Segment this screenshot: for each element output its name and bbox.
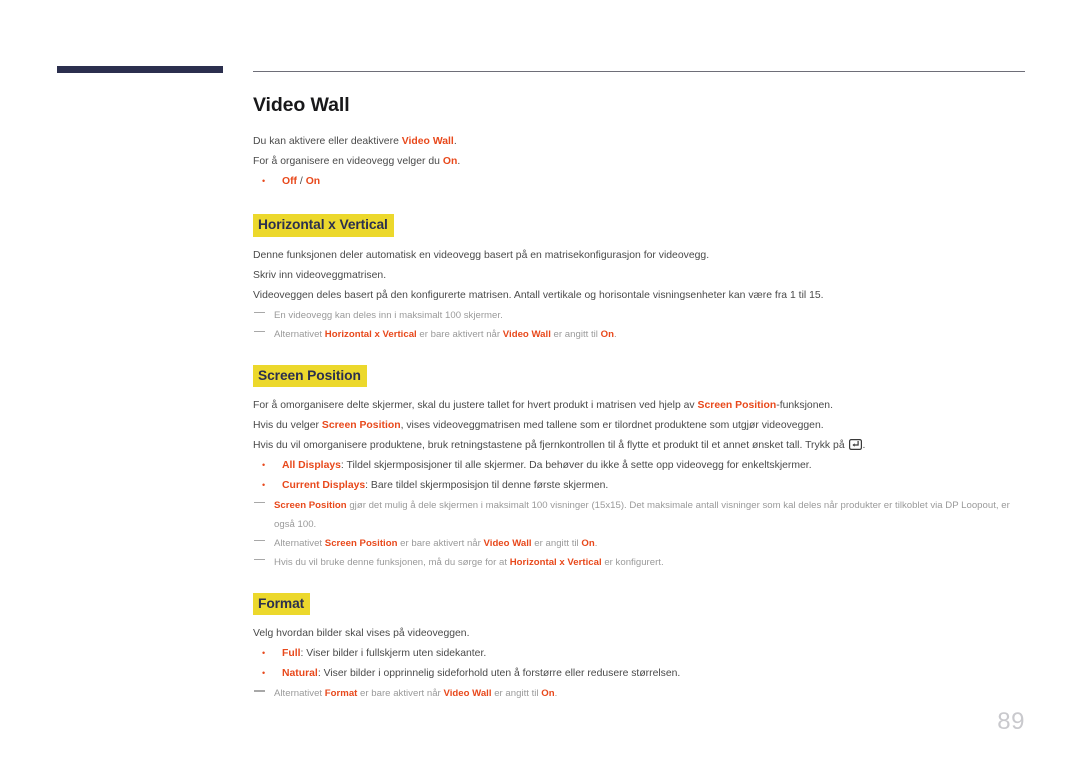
text-run: Du kan aktivere eller deaktivere bbox=[253, 136, 402, 148]
text-run: Skriv inn videoveggmatrisen. bbox=[253, 269, 387, 281]
list-item: Off / On bbox=[253, 171, 1028, 192]
text-run: For å organisere en videovegg velger du bbox=[253, 156, 443, 168]
emphasis-term: On bbox=[541, 688, 555, 700]
text-run: er angitt til bbox=[550, 328, 601, 340]
text-run: Alternativet bbox=[274, 328, 325, 340]
text-run: Alternativet bbox=[274, 688, 325, 700]
paragraph: Denne funksjonen deler automatisk en vid… bbox=[253, 246, 1028, 266]
section-format: Format Velg hvordan bilder skal vises på … bbox=[253, 592, 1028, 703]
text-run: Hvis du vil omorganisere produktene, bru… bbox=[253, 439, 848, 451]
section-heading-format: Format bbox=[253, 592, 311, 616]
emphasis-term: Screen Position bbox=[274, 499, 347, 511]
text-run: : Tildel skjermposisjoner til alle skjer… bbox=[340, 459, 812, 471]
text-run: . bbox=[613, 328, 617, 340]
list-item: Current Displays: Bare tildel skjermposi… bbox=[253, 475, 1028, 496]
page-header bbox=[0, 0, 1080, 80]
text-run: -funksjonen. bbox=[776, 399, 833, 411]
section-screen-position: Screen Position For å omorganisere delte … bbox=[253, 364, 1028, 572]
emphasis-term: Full bbox=[282, 648, 301, 660]
emphasis-term: Screen Position bbox=[324, 537, 398, 549]
text-run: Hvis du velger bbox=[253, 419, 322, 431]
paragraph: For å organisere en videovegg velger du … bbox=[253, 152, 1028, 172]
enter-key-icon bbox=[848, 438, 862, 450]
paragraph: Skriv inn videoveggmatrisen. bbox=[253, 266, 1028, 286]
text-run: er angitt til bbox=[531, 537, 582, 549]
emphasis-term: Current Displays bbox=[282, 479, 366, 491]
page-title: Video Wall bbox=[253, 94, 350, 116]
note-line: Screen Position gjør det mulig å dele sk… bbox=[253, 496, 1028, 534]
note-line: Alternativet Screen Position er bare akt… bbox=[253, 534, 1028, 553]
note-line: Alternativet Format er bare aktivert når… bbox=[253, 684, 1028, 703]
emphasis-term: Video Wall bbox=[502, 328, 551, 340]
text-run: For å omorganisere delte skjermer, skal … bbox=[253, 399, 698, 411]
emphasis-term: Video Wall bbox=[401, 136, 454, 148]
text-run: Velg hvordan bilder skal vises på videov… bbox=[253, 628, 470, 640]
text-run: / bbox=[297, 176, 306, 188]
emphasis-term: Horizontal x Vertical bbox=[509, 556, 602, 568]
list-item: All Displays: Tildel skjermposisjoner ti… bbox=[253, 455, 1028, 476]
text-run: Denne funksjonen deler automatisk en vid… bbox=[253, 249, 710, 261]
emphasis-term: Video Wall bbox=[443, 688, 492, 700]
text-run: er bare aktivert når bbox=[397, 537, 484, 549]
text-run: . bbox=[862, 439, 866, 451]
section-heading-screen-position: Screen Position bbox=[253, 364, 367, 387]
paragraph: Du kan aktivere eller deaktivere Video W… bbox=[253, 132, 1028, 152]
text-run: : Viser bilder i fullskjerm uten sidekan… bbox=[300, 648, 487, 660]
text-run: , vises videoveggmatrisen med tallene so… bbox=[400, 419, 824, 431]
text-run: gjør det mulig å dele skjermen i maksima… bbox=[274, 499, 1010, 530]
header-accent-bar bbox=[57, 66, 223, 73]
bullet-list: Off / On bbox=[253, 171, 1028, 192]
emphasis-term: On bbox=[600, 328, 614, 340]
text-run: Videoveggen deles basert på den konfigur… bbox=[253, 289, 824, 301]
text-run: . bbox=[457, 156, 461, 168]
emphasis-term: Format bbox=[324, 688, 358, 700]
list-item: Full: Viser bilder i fullskjerm uten sid… bbox=[253, 643, 1028, 664]
emphasis-term: Screen Position bbox=[697, 399, 777, 411]
section-horizontal-x-vertical: Horizontal x Vertical Denne funksjonen de… bbox=[253, 214, 1028, 343]
emphasis-term: Off bbox=[282, 176, 298, 188]
paragraph: Hvis du velger Screen Position, vises vi… bbox=[253, 416, 1028, 436]
emphasis-term: Screen Position bbox=[321, 419, 401, 431]
emphasis-term: Video Wall bbox=[483, 537, 532, 549]
list-item: Natural: Viser bilder i opprinnelig side… bbox=[253, 663, 1028, 684]
section-heading-wrap-screen-position: Screen Position bbox=[253, 364, 1028, 387]
text-run: En videovegg kan deles inn i maksimalt 1… bbox=[274, 309, 503, 321]
emphasis-term: All Displays bbox=[282, 459, 341, 471]
paragraph: Velg hvordan bilder skal vises på videov… bbox=[253, 624, 1028, 644]
text-run: Alternativet bbox=[274, 537, 325, 549]
emphasis-term: Horizontal x Vertical bbox=[324, 328, 417, 340]
paragraph: For å omorganisere delte skjermer, skal … bbox=[253, 396, 1028, 416]
sections-container: Video Wall Du kan aktivere eller deaktive… bbox=[253, 94, 1028, 703]
text-run: . bbox=[453, 136, 457, 148]
header-divider-rule bbox=[253, 71, 1025, 72]
text-run: . bbox=[554, 688, 558, 700]
text-run: er konfigurert. bbox=[601, 556, 664, 568]
note-line: Hvis du vil bruke denne funksjonen, må d… bbox=[253, 553, 1028, 572]
paragraph: Videoveggen deles basert på den konfigur… bbox=[253, 286, 1028, 306]
emphasis-term: Natural bbox=[282, 668, 318, 680]
text-run: . bbox=[594, 537, 598, 549]
section-heading-wrap-horizontal-x-vertical: Horizontal x Vertical bbox=[253, 214, 1028, 237]
bullet-list: Full: Viser bilder i fullskjerm uten sid… bbox=[253, 643, 1028, 684]
text-run: er bare aktivert når bbox=[357, 688, 444, 700]
paragraph: Hvis du vil omorganisere produktene, bru… bbox=[253, 436, 1028, 456]
emphasis-term: On bbox=[442, 156, 458, 168]
document-content: Video Wall Du kan aktivere eller deaktive… bbox=[253, 94, 1028, 703]
note-line: En videovegg kan deles inn i maksimalt 1… bbox=[253, 306, 1028, 325]
section-heading-wrap-format: Format bbox=[253, 592, 1028, 616]
text-run: er angitt til bbox=[491, 688, 542, 700]
section-video-wall: Video Wall Du kan aktivere eller deaktive… bbox=[253, 94, 1028, 192]
page-number: 89 bbox=[997, 708, 1025, 735]
emphasis-term: On bbox=[581, 537, 595, 549]
emphasis-term: On bbox=[305, 176, 321, 188]
text-run: : Bare tildel skjermposisjon til denne f… bbox=[365, 479, 609, 491]
section-heading-horizontal-x-vertical: Horizontal x Vertical bbox=[253, 214, 394, 237]
bullet-list: All Displays: Tildel skjermposisjoner ti… bbox=[253, 455, 1028, 496]
text-run: : Viser bilder i opprinnelig sideforhold… bbox=[317, 668, 681, 680]
text-run: er bare aktivert når bbox=[416, 328, 503, 340]
text-run: Hvis du vil bruke denne funksjonen, må d… bbox=[274, 556, 510, 568]
note-line: Alternativet Horizontal x Vertical er ba… bbox=[253, 325, 1028, 344]
